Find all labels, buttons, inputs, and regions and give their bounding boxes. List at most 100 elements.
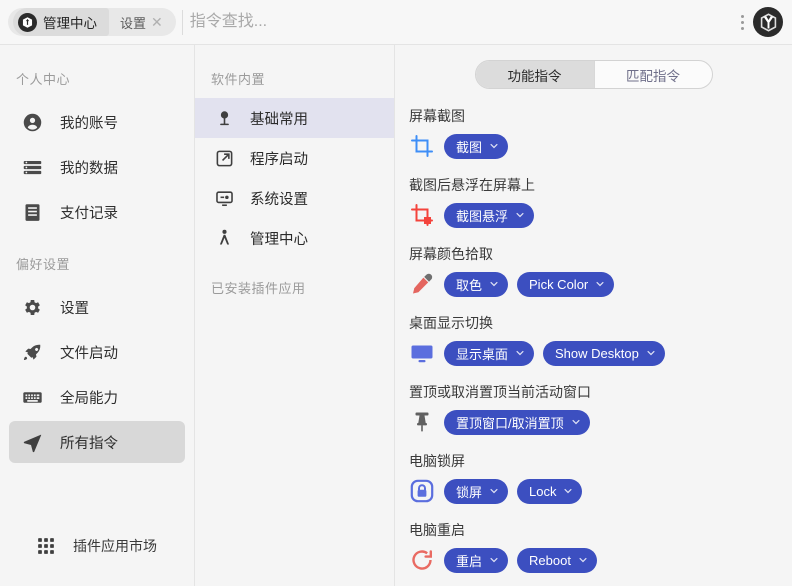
category-item-label: 基础常用 — [250, 108, 308, 129]
sidebar-item-global-ability[interactable]: 全局能力 — [9, 376, 185, 418]
sidebar-item-all-commands[interactable]: 所有指令 — [9, 421, 185, 463]
sidebar-item-label: 设置 — [60, 297, 89, 318]
tab-match-commands[interactable]: 匹配指令 — [594, 61, 712, 88]
top-bar: 管理中心 设置 ✕ — [0, 0, 792, 45]
command-panel: 功能指令 匹配指令 屏幕截图 截图 — [395, 45, 792, 586]
close-icon[interactable]: ✕ — [151, 15, 163, 29]
command-title: 置顶或取消置顶当前活动窗口 — [409, 382, 792, 402]
sidebar-item-label: 文件启动 — [60, 342, 118, 363]
chevron-down-icon — [563, 486, 573, 496]
monitor-icon — [409, 340, 435, 366]
user-circle-icon — [21, 111, 43, 133]
chevron-down-icon — [646, 348, 656, 358]
category-item-label: 系统设置 — [250, 188, 308, 209]
category-item-label: 程序启动 — [250, 148, 308, 169]
command-title: 屏幕截图 — [409, 106, 792, 126]
sidebar-item-label: 所有指令 — [60, 432, 118, 453]
sidebar-item-label: 全局能力 — [60, 387, 118, 408]
command-pill-label: Reboot — [529, 553, 571, 568]
command-row: 显示桌面 Show Desktop — [409, 340, 792, 366]
category-column: 软件内置 基础常用 程序启动 系统设置 — [195, 45, 395, 586]
eyedropper-icon — [409, 271, 435, 297]
crop-red-icon — [409, 202, 435, 228]
reboot-icon — [409, 547, 435, 573]
sidebar-section-title: 偏好设置 — [0, 236, 194, 283]
sidebar-item-payment-records[interactable]: 支付记录 — [9, 191, 185, 233]
gear-icon — [21, 296, 43, 318]
breadcrumb-app[interactable]: 管理中心 — [13, 8, 109, 36]
breadcrumb: 管理中心 设置 ✕ — [8, 8, 176, 36]
command-pill[interactable]: 截图 — [444, 134, 508, 159]
pin-icon — [409, 409, 435, 435]
topbar-actions — [738, 7, 792, 37]
sidebar-footer: 插件应用市场 — [0, 516, 194, 586]
list-icon — [21, 156, 43, 178]
external-link-icon — [214, 148, 234, 168]
command-row: 截图 — [409, 133, 792, 159]
command-item-reboot: 电脑重启 重启 Reboot — [409, 520, 792, 573]
category-item-basic[interactable]: 基础常用 — [195, 98, 394, 138]
brand-logo-icon[interactable] — [753, 7, 783, 37]
command-pill-label: 截图 — [456, 137, 482, 156]
sidebar-item-settings[interactable]: 设置 — [9, 286, 185, 328]
command-pill-label: 锁屏 — [456, 482, 482, 501]
sidebar-item-label: 我的账号 — [60, 112, 118, 133]
command-pill[interactable]: 显示桌面 — [444, 341, 534, 366]
command-row: 置顶窗口/取消置顶 — [409, 409, 792, 435]
command-pill[interactable]: 重启 — [444, 548, 508, 573]
chevron-down-icon — [489, 279, 499, 289]
command-item-screenshot: 屏幕截图 截图 — [409, 106, 792, 159]
command-title: 电脑锁屏 — [409, 451, 792, 471]
category-section-title: 软件内置 — [195, 59, 394, 98]
sidebar-item-my-account[interactable]: 我的账号 — [9, 101, 185, 143]
command-pill[interactable]: 锁屏 — [444, 479, 508, 504]
command-pill[interactable]: 截图悬浮 — [444, 203, 534, 228]
command-pill[interactable]: 置顶窗口/取消置顶 — [444, 410, 590, 435]
breadcrumb-app-label: 管理中心 — [43, 12, 97, 32]
command-pill[interactable]: Show Desktop — [543, 341, 665, 366]
command-row: 取色 Pick Color — [409, 271, 792, 297]
sidebar-section-title: 个人中心 — [0, 59, 194, 98]
segmented-control: 功能指令 匹配指令 — [475, 60, 713, 89]
breadcrumb-sub-label: 设置 — [120, 13, 146, 32]
search-area — [176, 0, 738, 45]
command-item-pin-window: 置顶或取消置顶当前活动窗口 置顶窗口/取消置顶 — [409, 382, 792, 435]
lock-icon — [409, 478, 435, 504]
more-vertical-icon[interactable] — [738, 11, 747, 34]
breadcrumb-sub[interactable]: 设置 ✕ — [109, 13, 172, 32]
sidebar-footer-label: 插件应用市场 — [73, 536, 157, 556]
dot — [741, 27, 744, 30]
monitor-settings-icon — [214, 188, 234, 208]
command-pill-label: 置顶窗口/取消置顶 — [456, 413, 564, 432]
command-pill-label: Lock — [529, 484, 556, 499]
command-pill-label: 重启 — [456, 551, 482, 570]
command-row: 重启 Reboot — [409, 547, 792, 573]
receipt-icon — [21, 201, 43, 223]
rocket-icon — [21, 341, 43, 363]
pin-location-icon — [214, 108, 234, 128]
command-pill-label: Show Desktop — [555, 346, 639, 361]
category-item-admin-center[interactable]: 管理中心 — [195, 218, 394, 258]
chevron-down-icon — [578, 555, 588, 565]
command-item-lock: 电脑锁屏 锁屏 Lock — [409, 451, 792, 504]
command-pill[interactable]: 取色 — [444, 272, 508, 297]
grid-apps-icon — [35, 535, 57, 557]
dot — [741, 21, 744, 24]
tab-function-commands[interactable]: 功能指令 — [476, 61, 594, 88]
command-row: 截图悬浮 — [409, 202, 792, 228]
search-input[interactable] — [190, 7, 738, 37]
command-pill[interactable]: Lock — [517, 479, 582, 504]
chevron-down-icon — [595, 279, 605, 289]
command-pill[interactable]: Reboot — [517, 548, 597, 573]
chevron-down-icon — [489, 555, 499, 565]
command-title: 截图后悬浮在屏幕上 — [409, 175, 792, 195]
sidebar-item-file-launch[interactable]: 文件启动 — [9, 331, 185, 373]
category-item-system-settings[interactable]: 系统设置 — [195, 178, 394, 218]
category-item-program-launch[interactable]: 程序启动 — [195, 138, 394, 178]
sidebar-item-my-data[interactable]: 我的数据 — [9, 146, 185, 188]
command-pill[interactable]: Pick Color — [517, 272, 614, 297]
chevron-down-icon — [489, 486, 499, 496]
category-section-title: 已安装插件应用 — [195, 258, 394, 307]
keyboard-icon — [21, 386, 43, 408]
sidebar-item-plugin-market[interactable]: 插件应用市场 — [9, 525, 185, 567]
